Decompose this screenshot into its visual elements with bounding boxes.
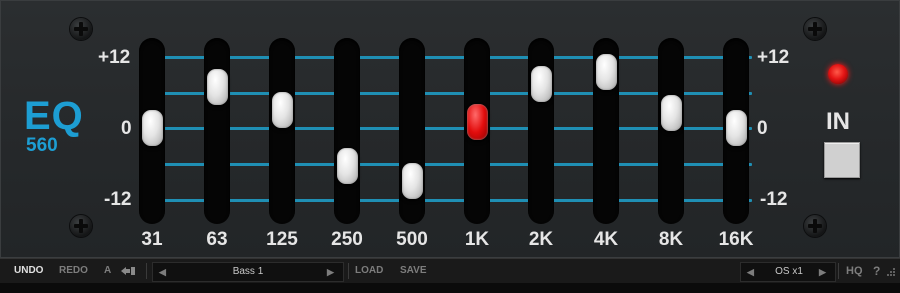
band-frequency-label: 1K xyxy=(464,229,490,250)
resize-grip-icon[interactable] xyxy=(886,265,896,289)
ab-button[interactable]: A xyxy=(104,259,111,283)
band-gain-knob-8k[interactable] xyxy=(660,95,682,131)
bottom-toolbar: UNDO REDO A ◀ Bass 1 ▶ LOAD SAVE ◀ OS x1… xyxy=(0,258,900,283)
preset-next-button[interactable]: ▶ xyxy=(327,260,334,284)
screw-icon xyxy=(70,18,92,40)
band-slot[interactable] xyxy=(334,38,360,224)
in-label: IN xyxy=(826,108,850,135)
band-gain-knob-250[interactable] xyxy=(336,148,358,184)
plugin-logo-model: 560 xyxy=(26,135,58,156)
band-slot[interactable] xyxy=(269,38,295,224)
band-frequency-label: 2K xyxy=(528,229,554,250)
band-slot[interactable] xyxy=(658,38,684,224)
redo-button[interactable]: REDO xyxy=(59,259,88,283)
preset-name[interactable]: Bass 1 xyxy=(213,260,283,284)
oversampling-value[interactable]: OS x1 xyxy=(769,260,809,284)
preset-selector[interactable]: ◀ Bass 1 ▶ xyxy=(152,262,344,282)
save-button[interactable]: SAVE xyxy=(400,259,427,283)
band-frequency-label: 63 xyxy=(206,229,228,250)
band-gain-knob-125[interactable] xyxy=(271,92,293,128)
band-gain-knob-1k[interactable] xyxy=(466,104,488,140)
oversampling-selector[interactable]: ◀ OS x1 ▶ xyxy=(740,262,836,282)
toolbar-divider xyxy=(838,263,839,279)
oversampling-next-button[interactable]: ▶ xyxy=(819,260,826,284)
band-frequency-label: 4K xyxy=(593,229,619,250)
band-frequency-label: 8K xyxy=(658,229,684,250)
band-gain-knob-63[interactable] xyxy=(206,69,228,105)
screw-icon xyxy=(804,18,826,40)
band-gain-knob-2k[interactable] xyxy=(530,66,552,102)
screw-icon xyxy=(70,215,92,237)
scale-label-top-left: +12 xyxy=(98,47,131,68)
band-slot[interactable] xyxy=(204,38,230,224)
scale-label-bottom-right: -12 xyxy=(760,189,788,210)
load-button[interactable]: LOAD xyxy=(355,259,383,283)
band-frequency-label: 125 xyxy=(266,229,298,250)
scale-label-mid-left: 0 xyxy=(121,118,132,139)
band-frequency-label: 500 xyxy=(396,229,428,250)
eq-panel: EQ 560 +12 0 -12 +12 0 -12 31 63 125 250 500… xyxy=(0,0,900,258)
oversampling-prev-button[interactable]: ◀ xyxy=(747,260,754,284)
toolbar-divider xyxy=(348,263,349,279)
hq-button[interactable]: HQ xyxy=(846,259,863,283)
help-button[interactable]: ? xyxy=(873,259,880,283)
band-frequency-label: 16K xyxy=(718,229,754,250)
band-gain-knob-500[interactable] xyxy=(401,163,423,199)
band-frequency-label: 31 xyxy=(141,229,163,250)
undo-button[interactable]: UNDO xyxy=(14,259,43,283)
copy-arrow-icon[interactable] xyxy=(118,259,138,283)
in-toggle-button[interactable] xyxy=(824,142,860,178)
scale-label-top-right: +12 xyxy=(757,47,790,68)
scale-label-mid-right: 0 xyxy=(757,118,768,139)
plugin-logo-title: EQ xyxy=(24,94,84,138)
band-gain-knob-31[interactable] xyxy=(141,110,163,146)
band-gain-knob-16k[interactable] xyxy=(725,110,747,146)
scale-label-bottom-left: -12 xyxy=(104,189,132,210)
band-frequency-label: 250 xyxy=(331,229,363,250)
toolbar-divider xyxy=(146,263,147,279)
band-gain-knob-4k[interactable] xyxy=(595,54,617,90)
screw-icon xyxy=(804,215,826,237)
preset-prev-button[interactable]: ◀ xyxy=(159,260,166,284)
in-led-indicator xyxy=(828,64,848,84)
